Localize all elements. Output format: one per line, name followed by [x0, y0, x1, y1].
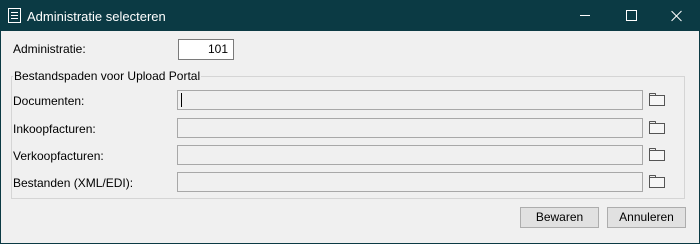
documenten-label: Documenten:: [13, 94, 85, 108]
bestanden-path-input[interactable]: [177, 172, 643, 192]
cancel-button[interactable]: Annuleren: [607, 207, 686, 228]
administratie-label: Administratie:: [13, 42, 86, 56]
group-legend: Bestandspaden voor Upload Portal: [13, 69, 202, 83]
administratie-input[interactable]: 101: [178, 39, 234, 60]
dialog-window: Administratie selecteren Administratie: …: [0, 0, 700, 244]
verkoopfacturen-label: Verkoopfacturen:: [13, 149, 104, 163]
save-button[interactable]: Bewaren: [520, 207, 599, 228]
dialog-body: Administratie: 101 Bestandspaden voor Up…: [1, 31, 699, 243]
folder-icon[interactable]: [648, 175, 666, 189]
folder-icon[interactable]: [648, 148, 666, 162]
minimize-icon: [580, 15, 590, 16]
inkoopfacturen-label: Inkoopfacturen:: [13, 122, 96, 136]
window-title: Administratie selecteren: [27, 9, 166, 24]
title-bar[interactable]: Administratie selecteren: [0, 0, 700, 31]
maximize-icon: [625, 10, 637, 21]
inkoopfacturen-path-input[interactable]: [177, 118, 643, 138]
folder-icon[interactable]: [648, 121, 666, 135]
close-icon: [671, 10, 683, 22]
verkoopfacturen-path-input[interactable]: [177, 145, 643, 165]
bestanden-label: Bestanden (XML/EDI):: [13, 176, 134, 190]
folder-icon[interactable]: [648, 93, 666, 107]
text-caret: [181, 93, 182, 107]
minimize-button[interactable]: [562, 0, 608, 31]
documenten-path-input[interactable]: [177, 90, 643, 110]
form-icon: [8, 8, 21, 23]
maximize-button[interactable]: [608, 0, 654, 31]
close-button[interactable]: [654, 0, 700, 31]
